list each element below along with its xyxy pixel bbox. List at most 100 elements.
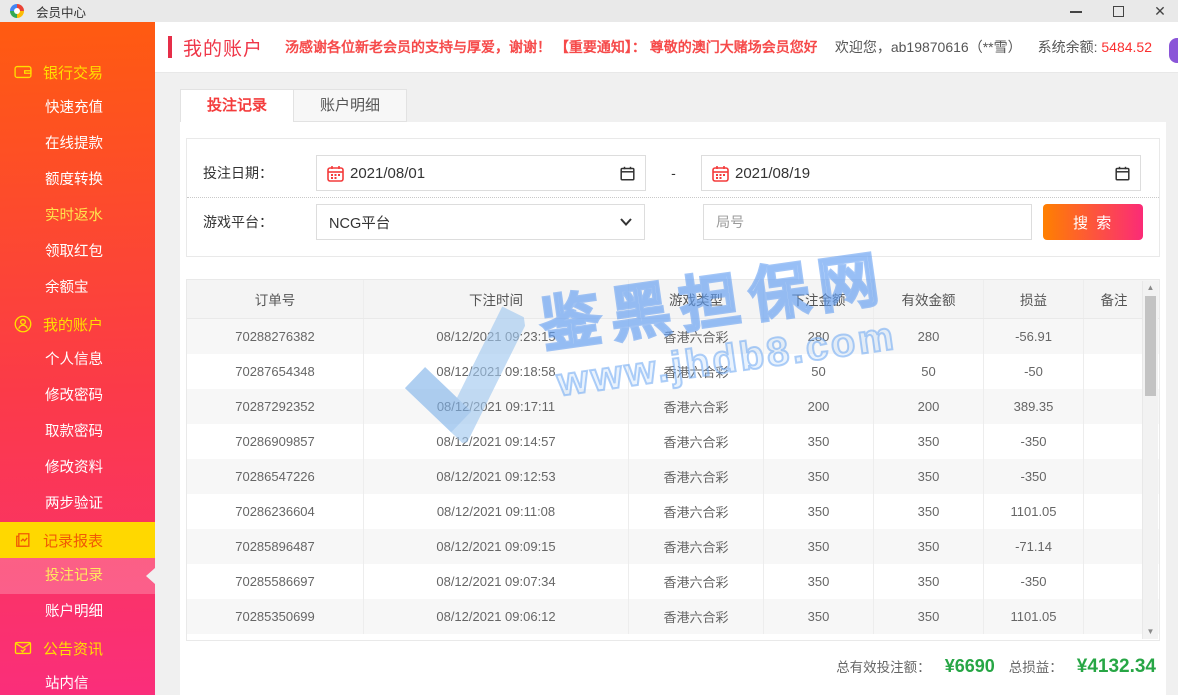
sidebar-item[interactable]: 修改密码 <box>0 378 155 414</box>
scroll-down-icon[interactable]: ▼ <box>1143 625 1158 639</box>
welcome-text: 欢迎您，ab19870616（**雪） <box>835 37 1022 57</box>
table-cell: 389.35 <box>984 389 1084 424</box>
sidebar-item[interactable]: 两步验证 <box>0 486 155 522</box>
table-cell: 350 <box>764 494 874 529</box>
pnl-total-label: 总损益： <box>1009 656 1063 676</box>
round-number-input[interactable] <box>703 204 1032 240</box>
pnl-total-value: ¥4132.34 <box>1077 656 1156 678</box>
header-cell: 游戏类型 <box>629 280 764 318</box>
valid-bet-total-label: 总有效投注额： <box>836 656 931 676</box>
filter-box: 投注日期： 2021/08/01 - <box>186 138 1160 257</box>
table-cell: 50 <box>874 354 984 389</box>
table-cell: 08/12/2021 09:17:11 <box>364 389 629 424</box>
table-cell: 1101.05 <box>984 494 1084 529</box>
table-cell: 08/12/2021 09:11:08 <box>364 494 629 529</box>
sidebar-item[interactable]: 修改资料 <box>0 450 155 486</box>
sidebar-section-header[interactable]: 记录报表 <box>0 522 155 558</box>
table-cell: 08/12/2021 09:09:15 <box>364 529 629 564</box>
member-center-window: 会员中心 ✕ 银行交易快速充值在线提款额度转换实时返水领取红包余额宝我的账户个人… <box>0 0 1178 695</box>
table-cell: 香港六合彩 <box>629 494 764 529</box>
table-cell: 350 <box>874 529 984 564</box>
notice-marquee: 汤感谢各位新老会员的支持与厚爱，谢谢！ 【重要通知】： 尊敬的澳门大赌场会员您好… <box>285 37 817 57</box>
sidebar-item[interactable]: 在线提款 <box>0 126 155 162</box>
table-cell: 香港六合彩 <box>629 599 764 634</box>
filter-platform-row: 游戏平台： NCG平台 搜 索 <box>203 199 1143 245</box>
date-to-input[interactable]: 2021/08/19 <box>701 155 1141 191</box>
table-cell: 08/12/2021 09:18:58 <box>364 354 629 389</box>
page-title: 我的账户 <box>183 34 263 61</box>
tab-account-details[interactable]: 账户明细 <box>293 89 407 122</box>
table-cell: 350 <box>764 599 874 634</box>
balance-label: 系统余额: <box>1038 39 1098 55</box>
platform-select[interactable]: NCG平台 <box>316 204 645 240</box>
table-row: 7028765434808/12/2021 09:18:58香港六合彩5050-… <box>187 354 1159 389</box>
sidebar-item[interactable]: 个人信息 <box>0 342 155 378</box>
minimize-icon[interactable] <box>1070 5 1082 17</box>
edge-button[interactable] <box>1169 38 1178 63</box>
table-cell: 350 <box>764 564 874 599</box>
table-cell: 50 <box>764 354 874 389</box>
valid-bet-total-value: ¥6690 <box>945 656 995 677</box>
date-picker-icon[interactable] <box>1115 166 1130 181</box>
tab-bet-records[interactable]: 投注记录 <box>180 89 294 122</box>
table-cell <box>1084 354 1144 389</box>
sidebar-section-header[interactable]: 我的账户 <box>0 306 155 342</box>
table-cell: -50 <box>984 354 1084 389</box>
table-cell: 08/12/2021 09:06:12 <box>364 599 629 634</box>
content-panel: 投注日期： 2021/08/01 - <box>180 122 1166 695</box>
sidebar-item[interactable]: 快速充值 <box>0 90 155 126</box>
user-info: 欢迎您，ab19870616（**雪） 系统余额: 5484.52 <box>835 37 1164 57</box>
wallet-icon <box>12 61 34 83</box>
table-cell: 350 <box>874 459 984 494</box>
filter-divider <box>187 197 1159 198</box>
table-cell: 350 <box>764 529 874 564</box>
table-body: 7028827638208/12/2021 09:23:15香港六合彩28028… <box>187 319 1159 640</box>
totals-bar: 总有效投注额： ¥6690 总损益： ¥4132.34 <box>186 641 1160 678</box>
table-cell: 200 <box>764 389 874 424</box>
table-cell: 08/12/2021 09:07:34 <box>364 564 629 599</box>
table-cell <box>1084 529 1144 564</box>
sidebar-item[interactable]: 领取红包 <box>0 234 155 270</box>
sidebar-section-label: 公告资讯 <box>43 638 103 659</box>
calendar-red-icon <box>712 165 729 182</box>
titlebar: 会员中心 ✕ <box>0 0 1178 22</box>
table-cell: 280 <box>874 319 984 354</box>
table-row: 7028827638208/12/2021 09:23:15香港六合彩28028… <box>187 319 1159 354</box>
topbar: 我的账户 汤感谢各位新老会员的支持与厚爱，谢谢！ 【重要通知】： 尊敬的澳门大赌… <box>155 22 1178 73</box>
table-header: 订单号下注时间游戏类型下注金额有效金额损益备注 <box>187 280 1159 319</box>
bet-records-table: 订单号下注时间游戏类型下注金额有效金额损益备注 7028827638208/12… <box>186 279 1160 641</box>
sidebar-item[interactable]: 额度转换 <box>0 162 155 198</box>
calendar-red-icon <box>327 165 344 182</box>
table-cell: -350 <box>984 564 1084 599</box>
table-cell <box>1084 424 1144 459</box>
sidebar-item[interactable]: 账户明细 <box>0 594 155 630</box>
sidebar-section-header[interactable]: 银行交易 <box>0 54 155 90</box>
close-icon[interactable]: ✕ <box>1154 5 1166 17</box>
sidebar-item[interactable]: 实时返水 <box>0 198 155 234</box>
sidebar-section-header[interactable]: 公告资讯 <box>0 630 155 666</box>
sidebar-item[interactable]: 站内信 <box>0 666 155 695</box>
app-icon <box>10 4 24 18</box>
table-cell: 200 <box>874 389 984 424</box>
date-from-value: 2021/08/01 <box>350 165 614 182</box>
sidebar-section-label: 银行交易 <box>43 62 103 83</box>
report-icon <box>12 529 34 551</box>
date-picker-icon[interactable] <box>620 166 635 181</box>
sidebar-item[interactable]: 取款密码 <box>0 414 155 450</box>
table-scrollbar[interactable]: ▲ ▼ <box>1142 281 1158 639</box>
filter-date-row: 投注日期： 2021/08/01 - <box>203 150 1143 196</box>
scrollbar-thumb[interactable] <box>1145 296 1156 396</box>
table-cell: 350 <box>874 564 984 599</box>
date-from-input[interactable]: 2021/08/01 <box>316 155 646 191</box>
table-cell: 香港六合彩 <box>629 459 764 494</box>
sidebar-item[interactable]: 投注记录 <box>0 558 155 594</box>
table-cell: -71.14 <box>984 529 1084 564</box>
table-cell: 1101.05 <box>984 599 1084 634</box>
sidebar-item[interactable]: 余额宝 <box>0 270 155 306</box>
header-cell: 下注时间 <box>364 280 629 318</box>
active-item-arrow <box>146 568 155 584</box>
maximize-icon[interactable] <box>1112 5 1124 17</box>
scroll-up-icon[interactable]: ▲ <box>1143 281 1158 295</box>
search-button[interactable]: 搜 索 <box>1043 204 1143 240</box>
header-cell: 订单号 <box>187 280 364 318</box>
